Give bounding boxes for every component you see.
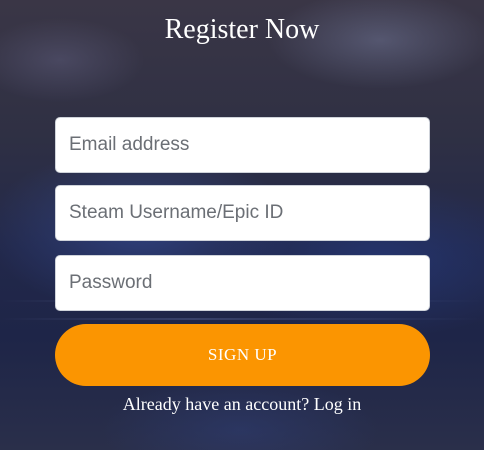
log-in-link[interactable]: Log in [314,394,362,414]
password-field[interactable] [55,255,430,311]
login-prompt-row: Already have an account? Log in [0,393,484,415]
email-field[interactable] [55,117,430,173]
page-title: Register Now [164,14,320,45]
sign-up-button[interactable]: SIGN UP [55,324,430,386]
register-page: { "form": { "title": "Register Now", "em… [0,0,484,450]
login-prompt-text: Already have an account? [122,394,310,414]
background-blur-streak [0,318,484,320]
steam-username-field[interactable] [55,185,430,241]
